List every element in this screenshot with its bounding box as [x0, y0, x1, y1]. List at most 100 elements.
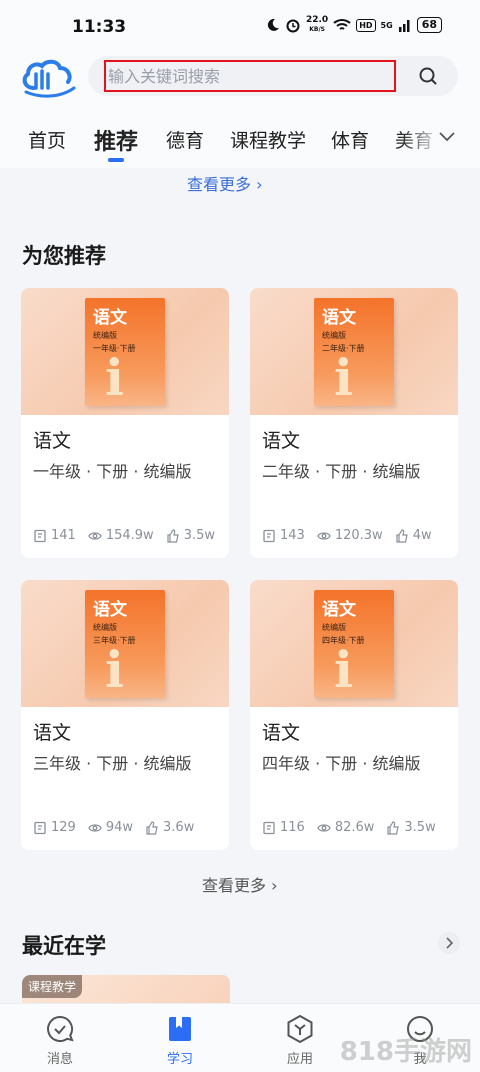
view-count: 94w [88, 820, 133, 835]
wifi-icon [333, 19, 351, 30]
card-stats: 129 94w 3.6w [33, 820, 206, 835]
book-icon [169, 1017, 191, 1041]
book-edition: 统编版 [93, 623, 117, 632]
chevron-right-icon [446, 937, 454, 949]
card-cover: 语文 统编版 二年级·下册 i [250, 288, 458, 415]
view-count-value: 154.9w [105, 528, 154, 543]
book-title: 语文 [322, 308, 356, 328]
card-title: 语文 [262, 430, 301, 452]
nav-label: 学习 [166, 1052, 193, 1067]
card-title: 语文 [33, 722, 72, 744]
header [0, 50, 480, 108]
watermark: 818手游网 [339, 1037, 472, 1067]
book-title: 语文 [93, 600, 127, 620]
search-bar[interactable] [88, 56, 458, 96]
see-more-link[interactable]: 查看更多 › [187, 171, 263, 195]
lesson-count-value: 141 [51, 528, 76, 543]
lesson-count-value: 116 [280, 820, 305, 835]
active-tab-indicator [108, 158, 124, 162]
book-glyph-icon: i [334, 640, 353, 698]
tab-recommend[interactable]: 推荐 [94, 124, 138, 156]
textbook-cover: 语文 统编版 二年级·下册 i [314, 298, 394, 406]
view-count-value: 82.6w [334, 820, 375, 835]
moon-icon [267, 18, 279, 31]
nav-apps[interactable]: 应用 [260, 1014, 340, 1067]
nav-study[interactable]: 学习 [140, 1014, 220, 1067]
lesson-icon [263, 821, 275, 834]
recent-more-button[interactable] [438, 932, 460, 954]
lesson-icon [34, 529, 46, 542]
textbook-cover: 语文 统编版 一年级·下册 i [85, 298, 165, 406]
card-stats: 116 82.6w 3.5w [262, 820, 448, 835]
nav-messages[interactable]: 消息 [20, 1014, 100, 1067]
course-card[interactable]: 语文 统编版 二年级·下册 i 语文 二年级 · 下册 · 统编版 143 12… [250, 288, 458, 558]
lesson-icon [263, 529, 275, 542]
status-icons: 22.0 KB/S HD 5G 68 [266, 16, 442, 34]
eye-icon [88, 531, 102, 540]
card-description: 三年级 · 下册 · 统编版 [33, 754, 192, 773]
tab-sports[interactable]: 体育 [331, 126, 369, 153]
like-count-value: 3.5w [404, 820, 436, 835]
lesson-count-value: 129 [51, 820, 76, 835]
card-cover: 语文 统编版 一年级·下册 i [21, 288, 229, 415]
book-edition: 统编版 [322, 331, 346, 340]
speed-value: 22.0 [305, 15, 329, 25]
like-count-value: 3.5w [183, 528, 215, 543]
course-tag: 课程教学 [22, 975, 83, 998]
apps-icon [287, 1014, 313, 1044]
card-stats: 143 120.3w 4w [262, 528, 444, 543]
status-time: 11:33 [72, 17, 127, 37]
book-glyph-icon: i [334, 348, 353, 406]
tab-course-teaching[interactable]: 课程教学 [230, 126, 306, 153]
course-card[interactable]: 语文 统编版 三年级·下册 i 语文 三年级 · 下册 · 统编版 129 94… [21, 580, 229, 850]
nav-label: 消息 [46, 1052, 73, 1067]
lesson-icon [34, 821, 46, 834]
card-stats: 141 154.9w 3.5w [33, 528, 227, 543]
course-card[interactable]: 语文 统编版 一年级·下册 i 语文 一年级 · 下册 · 统编版 141 15… [21, 288, 229, 558]
like-count: 3.5w [166, 528, 215, 543]
message-icon [47, 1015, 74, 1042]
book-edition: 统编版 [93, 331, 117, 340]
card-cover: 语文 统编版 四年级·下册 i [250, 580, 458, 707]
card-description: 一年级 · 下册 · 统编版 [33, 462, 192, 481]
like-count: 4w [395, 528, 432, 543]
card-description: 二年级 · 下册 · 统编版 [262, 462, 421, 481]
battery-indicator: 68 [416, 17, 442, 33]
status-bar: 11:33 22.0 KB/S HD 5G 68 [0, 0, 480, 50]
lesson-count: 141 [33, 528, 76, 543]
course-card[interactable]: 语文 统编版 四年级·下册 i 语文 四年级 · 下册 · 统编版 116 82… [250, 580, 458, 850]
lesson-count: 116 [262, 820, 305, 835]
thumbs-up-icon [167, 528, 179, 543]
book-glyph-icon: i [105, 640, 124, 698]
thumbs-up-icon [387, 820, 400, 835]
tab-home[interactable]: 首页 [28, 126, 66, 153]
card-cover: 语文 统编版 三年级·下册 i [21, 580, 229, 707]
network-speed: 22.0 KB/S [306, 16, 328, 34]
tab-moral-education[interactable]: 德育 [166, 126, 204, 153]
view-count-value: 94w [105, 820, 134, 835]
book-edition: 统编版 [322, 623, 346, 632]
app-logo-icon[interactable] [20, 58, 76, 98]
textbook-cover: 语文 统编版 四年级·下册 i [314, 590, 394, 698]
view-count: 154.9w [88, 528, 154, 543]
card-description: 四年级 · 下册 · 统编版 [262, 754, 421, 773]
book-title: 语文 [322, 600, 356, 620]
hd-badge: HD [356, 18, 376, 32]
lesson-count-value: 143 [280, 528, 305, 543]
chevron-down-icon[interactable] [438, 128, 456, 146]
textbook-cover: 语文 统编版 三年级·下册 i [85, 590, 165, 698]
card-title: 语文 [33, 430, 72, 452]
see-more-recommend-link[interactable]: 查看更多 › [202, 872, 278, 896]
lesson-count: 143 [262, 528, 305, 543]
search-icon[interactable] [418, 66, 438, 86]
like-count: 3.6w [145, 820, 194, 835]
book-title: 语文 [93, 308, 127, 328]
thumbs-up-icon [396, 528, 408, 543]
card-title: 语文 [262, 722, 301, 744]
like-count-value: 3.6w [163, 820, 195, 835]
lesson-count: 129 [33, 820, 76, 835]
network-type: 5G [380, 20, 393, 30]
search-input[interactable] [104, 60, 396, 92]
section-title-recommend: 为您推荐 [22, 244, 106, 268]
signal-icon [398, 20, 410, 32]
